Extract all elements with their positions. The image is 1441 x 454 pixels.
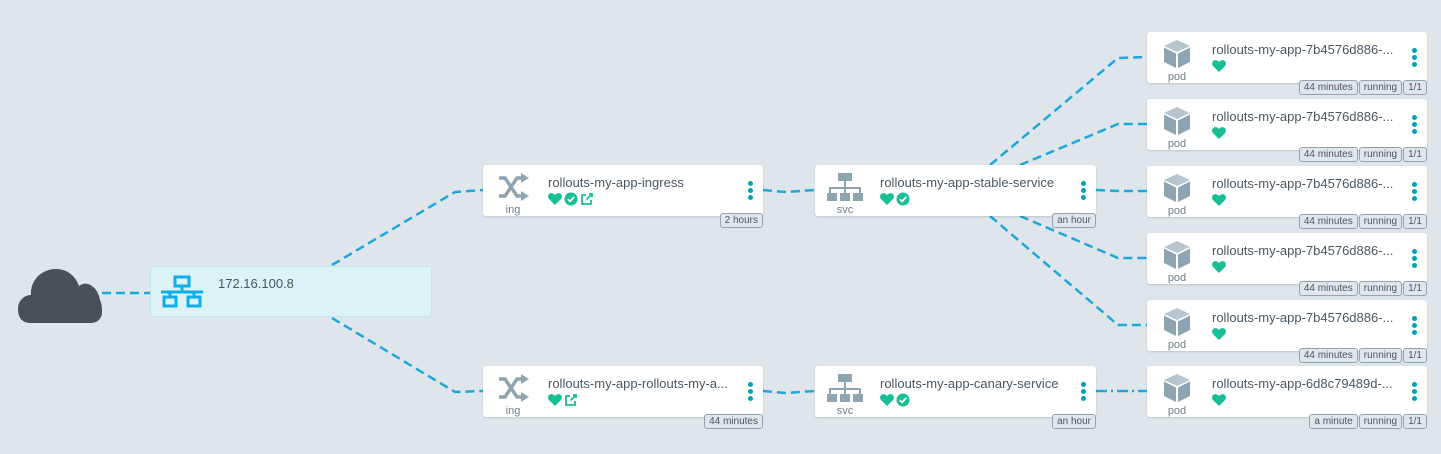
age-badge: 44 minutes bbox=[1298, 147, 1358, 162]
healthy-heart-icon bbox=[1212, 328, 1226, 340]
ready-badge: 1/1 bbox=[1403, 281, 1427, 296]
ready-badge: 1/1 bbox=[1403, 147, 1427, 162]
service-node[interactable]: svc rollouts-my-app-canary-service an ho… bbox=[815, 366, 1096, 429]
age-badge: 44 minutes bbox=[1298, 348, 1358, 363]
actions-menu-button[interactable] bbox=[1412, 249, 1418, 269]
resource-name[interactable]: rollouts-my-app-rollouts-my-a... bbox=[548, 376, 728, 391]
actions-menu-button[interactable] bbox=[1081, 382, 1087, 402]
age-badge: a minute bbox=[1309, 414, 1358, 429]
resource-name[interactable]: rollouts-my-app-7b4576d886-... bbox=[1212, 42, 1397, 57]
state-badge: running bbox=[1358, 348, 1403, 363]
resource-name[interactable]: rollouts-my-app-7b4576d886-... bbox=[1212, 109, 1397, 124]
pod-cube-icon bbox=[1164, 174, 1190, 202]
state-badge: running bbox=[1358, 80, 1403, 95]
pod-node[interactable]: pod rollouts-my-app-7b4576d886-... 44 mi… bbox=[1147, 300, 1427, 363]
pod-cube-icon bbox=[1164, 308, 1190, 336]
pod-cube-icon bbox=[1164, 241, 1190, 269]
age-badge: 44 minutes bbox=[1298, 214, 1358, 229]
actions-menu-button[interactable] bbox=[1412, 48, 1418, 68]
network-icon bbox=[161, 275, 203, 308]
external-link-icon[interactable] bbox=[564, 393, 578, 407]
pod-node[interactable]: pod rollouts-my-app-7b4576d886-... 44 mi… bbox=[1147, 233, 1427, 296]
service-node[interactable]: svc rollouts-my-app-stable-service an ho… bbox=[815, 165, 1096, 228]
healthy-heart-icon bbox=[1212, 194, 1226, 206]
state-badge: running bbox=[1358, 414, 1403, 429]
shuffle-icon bbox=[499, 173, 529, 201]
service-topology-icon bbox=[827, 374, 863, 402]
synced-check-icon bbox=[896, 192, 910, 206]
synced-check-icon bbox=[564, 192, 578, 206]
pod-cube-icon bbox=[1164, 107, 1190, 135]
pod-cube-icon bbox=[1164, 374, 1190, 402]
healthy-heart-icon bbox=[1212, 127, 1226, 139]
age-badge: an hour bbox=[1052, 213, 1096, 228]
pod-node[interactable]: pod rollouts-my-app-6d8c79489d-... a min… bbox=[1147, 366, 1427, 429]
healthy-heart-icon bbox=[880, 193, 894, 205]
actions-menu-button[interactable] bbox=[1412, 382, 1418, 402]
synced-check-icon bbox=[896, 393, 910, 407]
state-badge: running bbox=[1358, 214, 1403, 229]
age-badge: 44 minutes bbox=[1298, 80, 1358, 95]
healthy-heart-icon bbox=[1212, 261, 1226, 273]
resource-name[interactable]: rollouts-my-app-canary-service bbox=[880, 376, 1060, 391]
resource-name[interactable]: rollouts-my-app-7b4576d886-... bbox=[1212, 310, 1397, 325]
kind-label: pod bbox=[1167, 205, 1187, 217]
resource-name[interactable]: rollouts-my-app-7b4576d886-... bbox=[1212, 243, 1397, 258]
kind-label: pod bbox=[1167, 272, 1187, 284]
internet-cloud-icon bbox=[18, 269, 102, 323]
kind-label: pod bbox=[1167, 71, 1187, 83]
actions-menu-button[interactable] bbox=[1412, 316, 1418, 336]
kind-label: ing bbox=[505, 405, 521, 417]
healthy-heart-icon bbox=[1212, 60, 1226, 72]
state-badge: running bbox=[1358, 147, 1403, 162]
ingress-node[interactable]: ing rollouts-my-app-ingress 2 hours bbox=[483, 165, 763, 228]
actions-menu-button[interactable] bbox=[1412, 115, 1418, 135]
resource-name[interactable]: rollouts-my-app-6d8c79489d-... bbox=[1212, 376, 1397, 391]
age-badge: 44 minutes bbox=[704, 414, 763, 429]
external-link-icon[interactable] bbox=[580, 192, 594, 206]
pod-cube-icon bbox=[1164, 40, 1190, 68]
age-badge: 44 minutes bbox=[1298, 281, 1358, 296]
resource-name[interactable]: rollouts-my-app-stable-service bbox=[880, 175, 1060, 190]
age-badge: an hour bbox=[1052, 414, 1096, 429]
healthy-heart-icon bbox=[548, 394, 562, 406]
actions-menu-button[interactable] bbox=[748, 181, 754, 201]
shuffle-icon bbox=[499, 374, 529, 402]
actions-menu-button[interactable] bbox=[748, 382, 754, 402]
kind-label: pod bbox=[1167, 138, 1187, 150]
ready-badge: 1/1 bbox=[1403, 214, 1427, 229]
resource-name[interactable]: rollouts-my-app-ingress bbox=[548, 175, 718, 190]
service-topology-icon bbox=[827, 173, 863, 201]
state-badge: running bbox=[1358, 281, 1403, 296]
age-badge: 2 hours bbox=[719, 213, 763, 228]
kind-label: ing bbox=[505, 204, 521, 216]
load-balancer-node[interactable]: 172.16.100.8 bbox=[150, 266, 432, 317]
pod-node[interactable]: pod rollouts-my-app-7b4576d886-... 44 mi… bbox=[1147, 99, 1427, 162]
kind-label: svc bbox=[836, 405, 854, 417]
ready-badge: 1/1 bbox=[1403, 80, 1427, 95]
ready-badge: 1/1 bbox=[1403, 414, 1427, 429]
kind-label: pod bbox=[1167, 339, 1187, 351]
kind-label: svc bbox=[836, 204, 854, 216]
resource-name[interactable]: rollouts-my-app-7b4576d886-... bbox=[1212, 176, 1397, 191]
ready-badge: 1/1 bbox=[1403, 348, 1427, 363]
load-balancer-ip: 172.16.100.8 bbox=[218, 276, 294, 291]
healthy-heart-icon bbox=[880, 394, 894, 406]
healthy-heart-icon bbox=[548, 193, 562, 205]
actions-menu-button[interactable] bbox=[1412, 182, 1418, 202]
kind-label: pod bbox=[1167, 405, 1187, 417]
pod-node[interactable]: pod rollouts-my-app-7b4576d886-... 44 mi… bbox=[1147, 32, 1427, 95]
ingress-node[interactable]: ing rollouts-my-app-rollouts-my-a... 44 … bbox=[483, 366, 763, 429]
pod-node[interactable]: pod rollouts-my-app-7b4576d886-... 44 mi… bbox=[1147, 166, 1427, 229]
healthy-heart-icon bbox=[1212, 394, 1226, 406]
actions-menu-button[interactable] bbox=[1081, 181, 1087, 201]
